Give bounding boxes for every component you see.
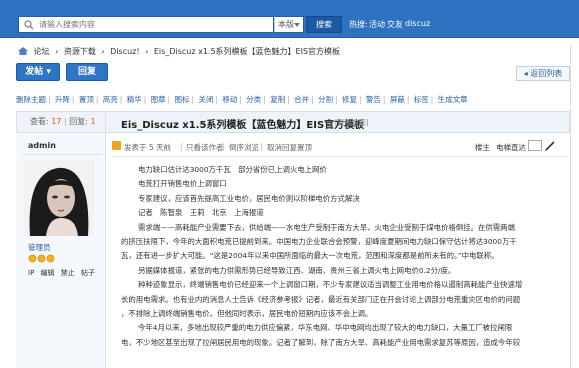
hot-search-link[interactable]: 交友 xyxy=(387,19,403,30)
search-input[interactable] xyxy=(39,17,274,32)
search-button[interactable]: 搜索 xyxy=(306,16,342,33)
mod-action[interactable]: 合并 xyxy=(294,95,309,104)
mod-action[interactable]: 高亮 xyxy=(103,95,118,104)
user-group[interactable]: 管理员 xyxy=(28,242,51,253)
post-paragraph: 长的用电需求。也有业内的消息人士告诉《经济参考报》记者，最近有关部门正在开会讨论… xyxy=(121,294,521,304)
mod-action[interactable]: 屏蔽 xyxy=(390,95,405,104)
avatar-image xyxy=(24,160,94,236)
breadcrumb-item[interactable]: Discuz! xyxy=(110,47,139,56)
mod-action[interactable]: 分割 xyxy=(318,95,333,104)
home-icon[interactable] xyxy=(18,47,28,55)
back-to-list-button[interactable]: ◂ 返回列表 xyxy=(516,66,570,81)
avatar[interactable] xyxy=(24,160,94,236)
post-paragraph: 的挤压扶限下，今年的大面积电荒已提前到来。中国电力企业联合会预警，迎峰度夏期间电… xyxy=(121,237,517,247)
post-paragraph: 瓦，还有进一步扩大可能。“这是2004年以来中国所面临的最大一次电荒，范围和深度… xyxy=(121,251,499,261)
post-paragraph: ，不排除上调终端销售电价。但他同时表示，居民电价短期内应该不会上调。 xyxy=(121,309,373,319)
post-paragraph: 种种迹象显示，终端销售电价已经迎来一个上调窗口期，不少专家建议适当调整工业用电价… xyxy=(138,280,523,290)
views-count: 17 xyxy=(51,117,62,126)
replies-count: 1 xyxy=(90,117,96,126)
breadcrumb-separator: › xyxy=(101,47,105,56)
post-icon xyxy=(112,141,121,150)
rank-stars-icon xyxy=(28,254,55,263)
moderation-toolbar: 删除主题 | 升降 | 置顶 | 高亮 | 精华 | 图章 | 图标 | 关闭 | 移动 | 分类… xyxy=(16,95,468,104)
mod-action[interactable]: 升降 xyxy=(55,95,70,104)
search-icon xyxy=(24,20,34,30)
search-scope-select[interactable]: 本版 xyxy=(274,16,304,33)
floor-jump-input[interactable] xyxy=(528,140,542,151)
breadcrumb-separator: › xyxy=(55,47,59,56)
post-time: 发表于 5 天前 xyxy=(124,143,172,152)
divider xyxy=(112,156,568,157)
ip-link[interactable]: IP xyxy=(28,269,34,277)
breadcrumb-item[interactable]: 资源下载 xyxy=(64,47,96,56)
post-paragraph: 电力缺口估计达3000万千瓦 部分省份已上调火电上网价 xyxy=(138,165,327,174)
cancel-top-link[interactable]: 取消回复置顶 xyxy=(267,142,312,153)
mod-action[interactable]: 图章 xyxy=(151,95,166,104)
hot-search-link[interactable]: discuz xyxy=(405,19,430,28)
chevron-down-icon xyxy=(294,23,300,27)
breadcrumb-item[interactable]: 论坛 xyxy=(34,47,50,56)
mod-action[interactable]: 删除主题 xyxy=(16,95,46,104)
mod-action[interactable]: 关闭 xyxy=(198,95,213,104)
views-label: 查看: xyxy=(30,117,49,126)
mod-action[interactable]: 置顶 xyxy=(79,95,94,104)
post-paragraph: 今年4月以来，多地出现较严重的电力供应偏紧，华东电网、华中电网均出现了较大的电力… xyxy=(138,323,513,333)
post-paragraph: 专家建议，应该首先提高工业电价，居民电价则以阶梯电价方式解决 xyxy=(138,193,360,203)
user-actions: IP 编辑 禁止 帖子 xyxy=(28,268,99,278)
mod-action[interactable]: 图标 xyxy=(175,95,190,104)
pen-icon[interactable] xyxy=(544,140,556,152)
new-post-label: 发帖 xyxy=(25,67,44,77)
page-edge xyxy=(570,44,571,368)
hot-search-link[interactable]: 活动 xyxy=(369,19,385,30)
post-paragraph: 需求端——高耗能产业需要下去，供给端——水电生产受制于南方大旱，火电企业受制于煤… xyxy=(138,222,515,232)
mod-action[interactable]: 标签 xyxy=(414,95,429,104)
breadcrumb-separator: › xyxy=(145,47,149,56)
edit-link[interactable]: 编辑 xyxy=(41,269,55,277)
breadcrumb: 论坛 › 资源下载 › Discuz! › Eis_Discuz x1.5系列模… xyxy=(18,46,578,60)
replies-label: 回复: xyxy=(69,117,88,126)
hot-search-label: 热搜: xyxy=(349,20,368,29)
mod-action[interactable]: 分类 xyxy=(246,95,261,104)
mod-action[interactable]: 移动 xyxy=(222,95,237,104)
copy-link[interactable]: [复制链接] xyxy=(335,118,368,128)
mod-action[interactable]: 复制 xyxy=(270,95,285,104)
search-box[interactable] xyxy=(18,16,274,33)
post-paragraph: 记者 陈智泉 王莉 北京 上海报道 xyxy=(138,208,264,218)
floor-jump-label: 电梯直达 xyxy=(496,143,526,152)
thread-stats: 查看: 17 | 回复: 1 xyxy=(16,112,106,132)
post-paragraph: 电，不少地区甚至出现了拉闸居民用电的现象。记者了解到，除了南方大旱、高耗能产业用… xyxy=(121,337,521,347)
floor-label: 楼主 xyxy=(475,143,490,152)
mod-action[interactable]: 警告 xyxy=(366,95,381,104)
post-paragraph: 电荒打开销售电价上调窗口 xyxy=(138,179,227,189)
reverse-order-link[interactable]: 倒序浏览 xyxy=(229,142,259,153)
breadcrumb-item[interactable]: Eis_Discuz x1.5系列模板【蓝色魅力】EIS官方模板 xyxy=(154,47,340,56)
new-post-button[interactable]: 发帖 ▾ xyxy=(16,63,60,81)
posts-link[interactable]: 帖子 xyxy=(81,269,95,277)
mod-action[interactable]: 生成文章 xyxy=(438,95,468,104)
only-author-link[interactable]: 只看该作者 xyxy=(186,142,224,153)
mod-action[interactable]: 修复 xyxy=(342,95,357,104)
search-scope-label: 本版 xyxy=(278,20,294,29)
divider xyxy=(22,154,102,155)
mod-action[interactable]: 精华 xyxy=(127,95,142,104)
reply-button[interactable]: 回复 xyxy=(66,63,108,81)
author-name[interactable]: admin xyxy=(28,141,56,150)
post-content: 电力缺口估计达3000万千瓦 部分省份已上调火电上网价 电荒打开销售电价上调窗口… xyxy=(121,163,567,350)
ban-link[interactable]: 禁止 xyxy=(61,269,75,277)
chevron-down-icon: ▾ xyxy=(46,67,51,77)
post-paragraph: 另据媒体报道，紧张的电力供需形势已经导致江西、湖南、贵州三省上调火电上网电价0.… xyxy=(138,265,456,275)
thread-title: Eis_Discuz x1.5系列模板【蓝色魅力】EIS官方模板 xyxy=(121,120,365,131)
post-meta-bar: 发表于 5 天前 | 只看该作者 | 倒序浏览 | 取消回复置顶 楼主 电梯直达 xyxy=(112,140,568,154)
